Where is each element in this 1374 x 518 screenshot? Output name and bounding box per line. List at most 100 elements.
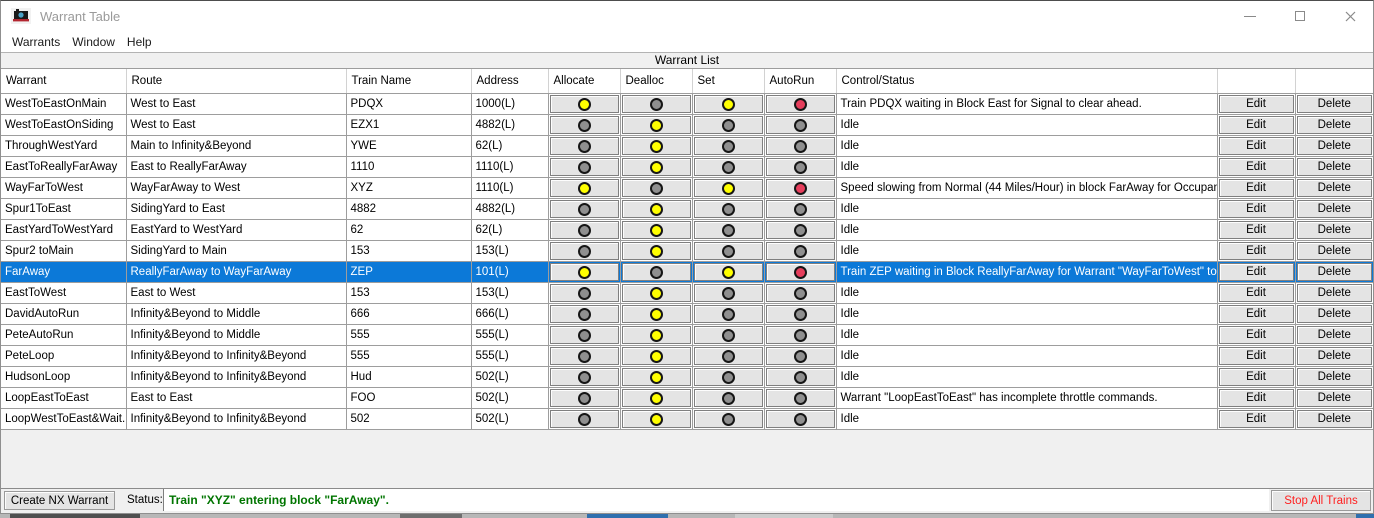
cell-route[interactable]: WayFarAway to West — [126, 178, 346, 199]
col-header-route[interactable]: Route — [126, 69, 346, 94]
set-button[interactable] — [694, 347, 763, 365]
edit-button[interactable]: Edit — [1219, 389, 1294, 407]
allocate-button[interactable] — [550, 389, 619, 407]
autorun-button[interactable] — [766, 368, 835, 386]
table-row[interactable]: HudsonLoop Infinity&Beyond to Infinity&B… — [1, 367, 1373, 388]
col-header-address[interactable]: Address — [471, 69, 548, 94]
cell-train-name[interactable]: 502 — [346, 409, 471, 430]
delete-button[interactable]: Delete — [1297, 305, 1373, 323]
set-button[interactable] — [694, 410, 763, 428]
col-header-warrant[interactable]: Warrant — [1, 69, 126, 94]
set-button[interactable] — [694, 158, 763, 176]
cell-address[interactable]: 502(L) — [471, 409, 548, 430]
delete-button[interactable]: Delete — [1297, 389, 1373, 407]
cell-train-name[interactable]: 153 — [346, 241, 471, 262]
edit-button[interactable]: Edit — [1219, 410, 1294, 428]
delete-button[interactable]: Delete — [1297, 116, 1373, 134]
cell-address[interactable]: 555(L) — [471, 325, 548, 346]
set-button[interactable] — [694, 389, 763, 407]
set-button[interactable] — [694, 263, 763, 281]
dealloc-button[interactable] — [622, 137, 691, 155]
cell-train-name[interactable]: XYZ — [346, 178, 471, 199]
cell-address[interactable]: 1110(L) — [471, 157, 548, 178]
menu-help[interactable]: Help — [122, 35, 157, 49]
col-header-dealloc[interactable]: Dealloc — [620, 69, 692, 94]
create-nx-warrant-button[interactable]: Create NX Warrant — [4, 491, 115, 510]
cell-route[interactable]: East to East — [126, 388, 346, 409]
autorun-button[interactable] — [766, 200, 835, 218]
edit-button[interactable]: Edit — [1219, 347, 1294, 365]
menu-window[interactable]: Window — [67, 35, 120, 49]
allocate-button[interactable] — [550, 305, 619, 323]
cell-address[interactable]: 502(L) — [471, 367, 548, 388]
table-row[interactable]: PeteAutoRun Infinity&Beyond to Middle 55… — [1, 325, 1373, 346]
allocate-button[interactable] — [550, 200, 619, 218]
col-header-control-status[interactable]: Control/Status — [836, 69, 1217, 94]
delete-button[interactable]: Delete — [1297, 242, 1373, 260]
cell-train-name[interactable]: YWE — [346, 136, 471, 157]
edit-button[interactable]: Edit — [1219, 179, 1294, 197]
table-row[interactable]: WayFarToWest WayFarAway to West XYZ 1110… — [1, 178, 1373, 199]
edit-button[interactable]: Edit — [1219, 158, 1294, 176]
autorun-button[interactable] — [766, 221, 835, 239]
cell-train-name[interactable]: 555 — [346, 346, 471, 367]
cell-address[interactable]: 4882(L) — [471, 199, 548, 220]
cell-warrant[interactable]: PeteAutoRun — [1, 325, 126, 346]
table-row[interactable]: Spur1ToEast SidingYard to East 4882 4882… — [1, 199, 1373, 220]
cell-warrant[interactable]: EastToReallyFarAway — [1, 157, 126, 178]
cell-route[interactable]: East to ReallyFarAway — [126, 157, 346, 178]
cell-address[interactable]: 1110(L) — [471, 178, 548, 199]
cell-train-name[interactable]: Hud — [346, 367, 471, 388]
edit-button[interactable]: Edit — [1219, 242, 1294, 260]
set-button[interactable] — [694, 368, 763, 386]
col-header-set[interactable]: Set — [692, 69, 764, 94]
autorun-button[interactable] — [766, 389, 835, 407]
cell-route[interactable]: Infinity&Beyond to Middle — [126, 325, 346, 346]
cell-address[interactable]: 555(L) — [471, 346, 548, 367]
allocate-button[interactable] — [550, 137, 619, 155]
allocate-button[interactable] — [550, 179, 619, 197]
dealloc-button[interactable] — [622, 179, 691, 197]
cell-route[interactable]: Infinity&Beyond to Infinity&Beyond — [126, 409, 346, 430]
edit-button[interactable]: Edit — [1219, 116, 1294, 134]
delete-button[interactable]: Delete — [1297, 95, 1373, 113]
dealloc-button[interactable] — [622, 221, 691, 239]
cell-route[interactable]: EastYard to WestYard — [126, 220, 346, 241]
cell-route[interactable]: Infinity&Beyond to Middle — [126, 304, 346, 325]
autorun-button[interactable] — [766, 158, 835, 176]
allocate-button[interactable] — [550, 116, 619, 134]
autorun-button[interactable] — [766, 242, 835, 260]
allocate-button[interactable] — [550, 95, 619, 113]
table-row[interactable]: LoopEastToEast East to East FOO 502(L) W… — [1, 388, 1373, 409]
dealloc-button[interactable] — [622, 389, 691, 407]
edit-button[interactable]: Edit — [1219, 284, 1294, 302]
edit-button[interactable]: Edit — [1219, 326, 1294, 344]
delete-button[interactable]: Delete — [1297, 221, 1373, 239]
table-row[interactable]: FarAway ReallyFarAway to WayFarAway ZEP … — [1, 262, 1373, 283]
table-row[interactable]: ThroughWestYard Main to Infinity&Beyond … — [1, 136, 1373, 157]
allocate-button[interactable] — [550, 158, 619, 176]
autorun-button[interactable] — [766, 116, 835, 134]
table-row[interactable]: EastToWest East to West 153 153(L) Idle — [1, 283, 1373, 304]
set-button[interactable] — [694, 95, 763, 113]
delete-button[interactable]: Delete — [1297, 284, 1373, 302]
set-button[interactable] — [694, 116, 763, 134]
allocate-button[interactable] — [550, 368, 619, 386]
status-field[interactable]: Train "XYZ" entering block "FarAway". — [163, 489, 1269, 511]
cell-route[interactable]: Infinity&Beyond to Infinity&Beyond — [126, 346, 346, 367]
allocate-button[interactable] — [550, 242, 619, 260]
cell-route[interactable]: West to East — [126, 94, 346, 115]
cell-warrant[interactable]: LoopEastToEast — [1, 388, 126, 409]
delete-button[interactable]: Delete — [1297, 347, 1373, 365]
autorun-button[interactable] — [766, 284, 835, 302]
delete-button[interactable]: Delete — [1297, 137, 1373, 155]
set-button[interactable] — [694, 242, 763, 260]
cell-train-name[interactable]: 4882 — [346, 199, 471, 220]
allocate-button[interactable] — [550, 284, 619, 302]
table-row[interactable]: EastToReallyFarAway East to ReallyFarAwa… — [1, 157, 1373, 178]
autorun-button[interactable] — [766, 326, 835, 344]
cell-route[interactable]: ReallyFarAway to WayFarAway — [126, 262, 346, 283]
cell-address[interactable]: 666(L) — [471, 304, 548, 325]
menu-warrants[interactable]: Warrants — [7, 35, 65, 49]
table-row[interactable]: WestToEastOnSiding West to East EZX1 488… — [1, 115, 1373, 136]
